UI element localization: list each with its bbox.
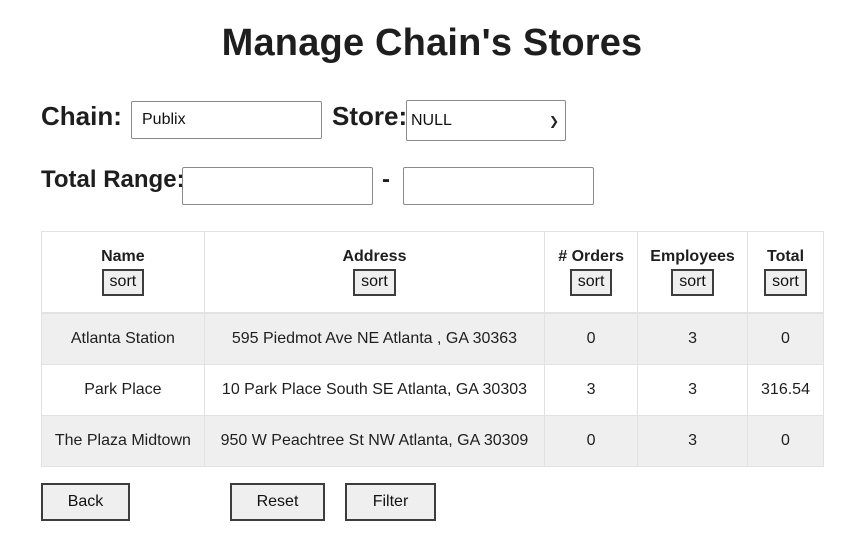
cell-orders: 0 xyxy=(544,312,639,365)
cell-total: 0 xyxy=(747,415,824,467)
cell-employees: 3 xyxy=(637,312,749,365)
table-row: Atlanta Station 595 Piedmot Ave NE Atlan… xyxy=(41,312,824,365)
cell-employees: 3 xyxy=(637,364,749,416)
store-label: Store: xyxy=(332,101,408,131)
page-title: Manage Chain's Stores xyxy=(221,22,643,64)
column-header-label: Employees xyxy=(650,248,735,265)
sort-total-button[interactable]: sort xyxy=(764,269,807,296)
cell-orders: 3 xyxy=(544,364,639,416)
stores-table: Name sort Address sort # Orders sort Emp… xyxy=(41,231,824,467)
sort-orders-button[interactable]: sort xyxy=(569,269,613,296)
sort-name-button[interactable]: sort xyxy=(101,269,145,296)
column-header-label: Address xyxy=(342,248,407,265)
table-row: Park Place 10 Park Place South SE Atlant… xyxy=(41,364,824,416)
table-header-row: Name sort Address sort # Orders sort Emp… xyxy=(41,231,824,314)
range-min-input[interactable] xyxy=(182,167,373,205)
chain-label: Chain: xyxy=(41,101,122,131)
cell-name: Park Place xyxy=(41,364,205,416)
range-separator: - xyxy=(382,166,390,193)
cell-orders: 0 xyxy=(544,415,639,467)
chevron-down-icon: ❯ xyxy=(548,113,559,128)
cell-name: Atlanta Station xyxy=(41,312,205,365)
cell-name: The Plaza Midtown xyxy=(41,415,205,467)
cell-address: 10 Park Place South SE Atlanta, GA 30303 xyxy=(203,364,546,416)
column-header-total: Total sort xyxy=(747,231,824,314)
chain-input[interactable] xyxy=(131,101,322,139)
table-row: The Plaza Midtown 950 W Peachtree St NW … xyxy=(41,415,824,467)
column-header-label: Name xyxy=(101,248,145,265)
column-header-employees: Employees sort xyxy=(637,231,749,314)
total-range-label: Total Range: xyxy=(41,166,185,193)
range-max-input[interactable] xyxy=(403,167,594,205)
column-header-name: Name sort xyxy=(41,231,205,314)
column-header-label: # Orders xyxy=(558,248,625,265)
column-header-address: Address sort xyxy=(203,231,546,314)
cell-address: 950 W Peachtree St NW Atlanta, GA 30309 xyxy=(203,415,546,467)
sort-address-button[interactable]: sort xyxy=(353,269,396,296)
cell-total: 316.54 xyxy=(747,364,824,416)
cell-employees: 3 xyxy=(637,415,749,467)
column-header-orders: # Orders sort xyxy=(544,231,639,314)
filter-button[interactable]: Filter xyxy=(345,483,436,521)
store-select-value: NULL xyxy=(411,111,452,129)
cell-total: 0 xyxy=(747,312,824,365)
cell-address: 595 Piedmot Ave NE Atlanta , GA 30363 xyxy=(203,312,546,365)
sort-employees-button[interactable]: sort xyxy=(671,269,714,296)
back-button[interactable]: Back xyxy=(41,483,130,521)
reset-button[interactable]: Reset xyxy=(230,483,325,521)
store-select[interactable]: NULL ❯ xyxy=(406,100,566,141)
column-header-label: Total xyxy=(766,248,805,265)
